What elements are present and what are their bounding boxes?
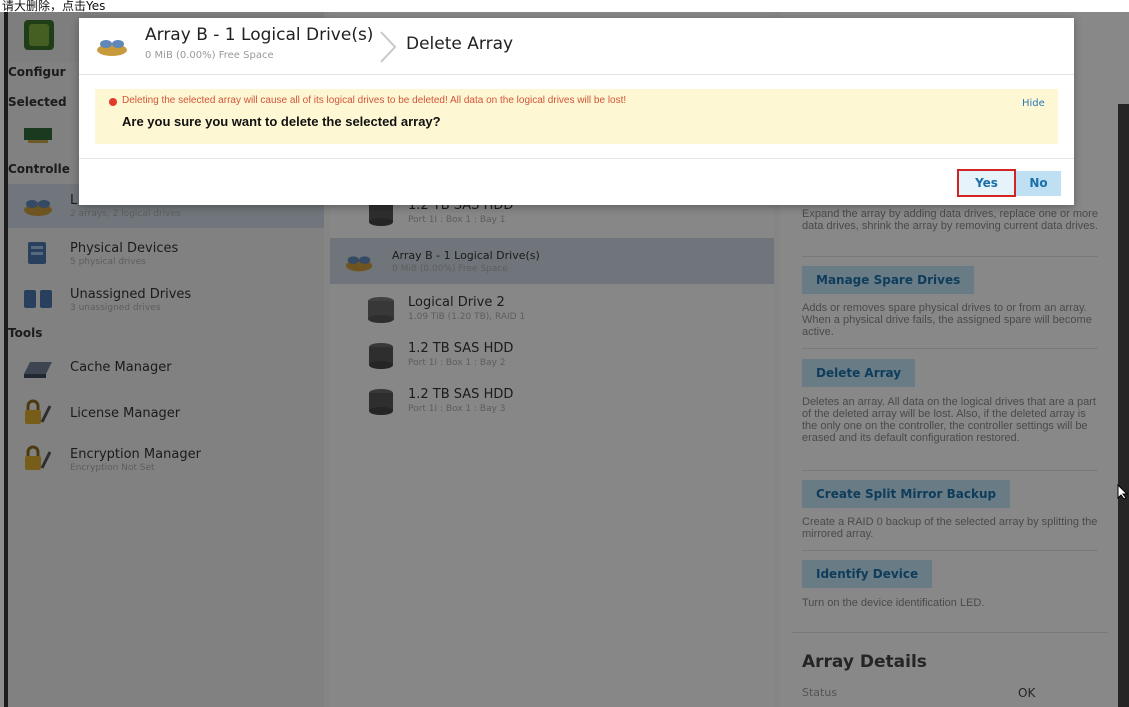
confirm-question: Are you sure you want to delete the sele… — [122, 114, 441, 129]
breadcrumb-delete-array: Delete Array — [406, 34, 514, 54]
warning-message: Deleting the selected array will cause a… — [122, 95, 627, 106]
mouse-cursor-icon — [1117, 484, 1129, 500]
no-button[interactable]: No — [1016, 171, 1061, 196]
dialog-title: Array B - 1 Logical Drive(s) — [145, 25, 374, 45]
array-icon — [97, 40, 127, 56]
hide-link[interactable]: Hide — [1022, 98, 1045, 109]
yes-button[interactable]: Yes — [957, 169, 1016, 197]
divider — [79, 158, 1074, 159]
instruction-caption: 请大删除，点击Yes — [2, 0, 106, 12]
dialog-subtitle: 0 MiB (0.00%) Free Space — [145, 50, 274, 61]
divider — [79, 74, 1074, 75]
app-window: 请大删除，点击Yes Configur Selected Controlle L… — [0, 0, 1129, 707]
close-icon[interactable]: ✕ — [1098, 14, 1120, 44]
chevron-right-icon — [380, 31, 397, 63]
error-dot-icon — [109, 98, 117, 106]
